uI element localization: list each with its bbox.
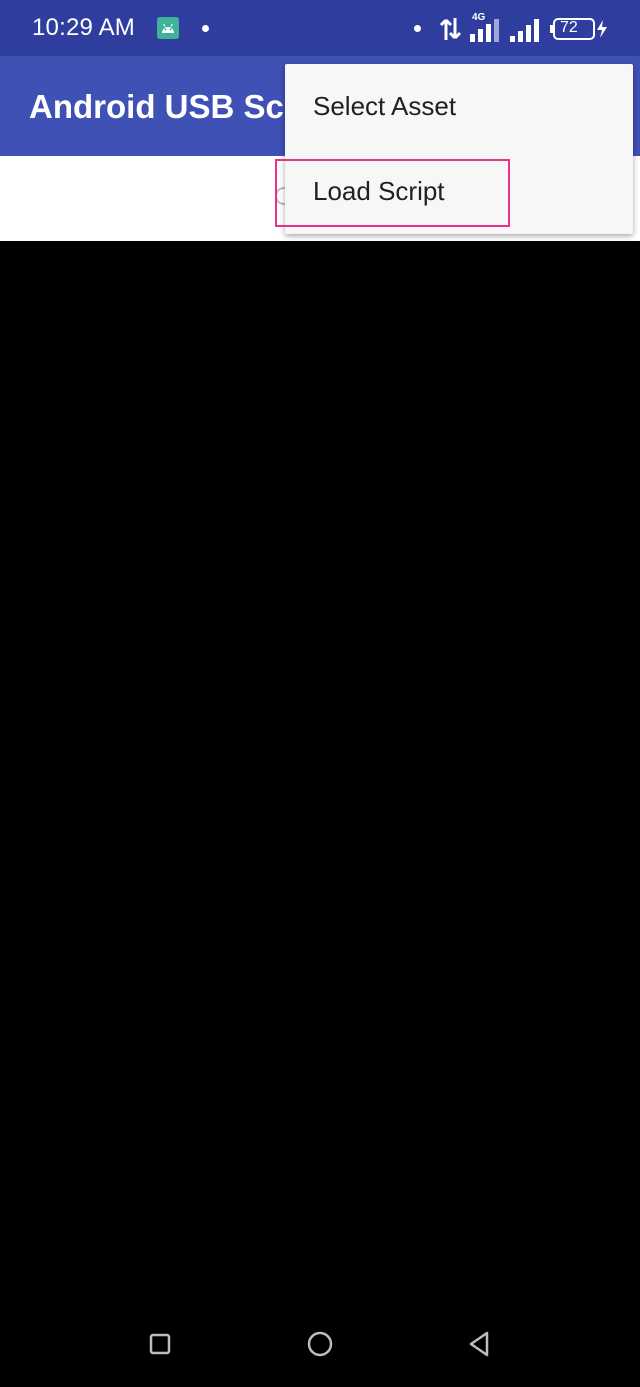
back-icon[interactable] — [465, 1329, 495, 1359]
recents-icon[interactable] — [145, 1329, 175, 1359]
app-title: Android USB Scr — [29, 88, 297, 125]
notification-dot — [202, 25, 209, 32]
signal-4g-icon — [470, 19, 499, 42]
screen: 10:29 AM 4G 72 Android USB Scr Select As… — [0, 0, 640, 1387]
status-bar: 10:29 AM 4G 72 — [0, 0, 640, 56]
signal-icon — [510, 19, 539, 42]
menu-item-label: Select Asset — [313, 91, 457, 121]
highlight-box — [275, 159, 510, 227]
navigation-bar — [0, 1301, 640, 1387]
status-time: 10:29 AM — [32, 14, 136, 41]
menu-item-select-asset[interactable]: Select Asset — [285, 64, 633, 149]
android-notification-icon — [157, 17, 179, 39]
charging-icon — [597, 20, 607, 38]
notification-dot — [414, 25, 421, 32]
battery-level: 72 — [560, 19, 578, 36]
data-transfer-icon — [440, 18, 462, 40]
home-icon[interactable] — [305, 1329, 335, 1359]
content-blank-area — [0, 241, 640, 1301]
